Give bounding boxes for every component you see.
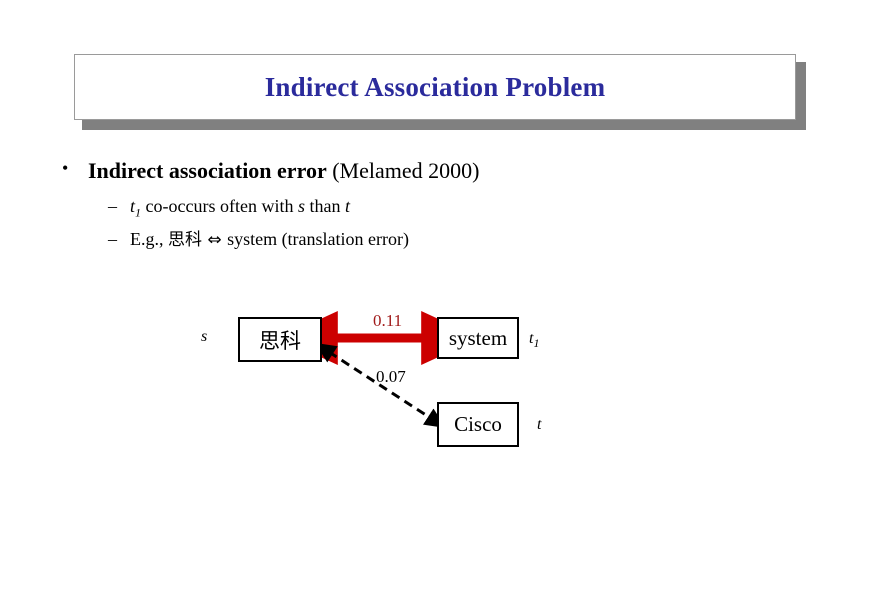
sub-bullet-dash-icon: – (108, 196, 117, 216)
sub-bullet-item-2: – E.g., 思科 ⇔ system (translation error) (108, 225, 409, 250)
diagram-var-label-t1-subscript: 1 (533, 336, 540, 351)
edge-weight-source-target1: 0.11 (373, 311, 403, 330)
page-title: Indirect Association Problem (264, 71, 606, 102)
bullet-primary-citation: (Melamed 2000) (326, 158, 480, 183)
bullet-marker-icon: • (62, 158, 69, 178)
sub-bullet-1-var-s: s (297, 196, 305, 216)
sub-bullet-dash-icon: – (108, 229, 117, 249)
sub-bullet-item-1: – t1 co-occurs often with s than t (108, 196, 350, 221)
diagram-node-system[interactable]: system (437, 317, 519, 359)
bullet-primary-strong: Indirect association error (88, 158, 327, 183)
edge-weight-source-target2: 0.07 (376, 367, 406, 386)
sub-bullet-2-cjk-term: 思科 (168, 230, 202, 250)
diagram-var-label-s: s (201, 328, 208, 345)
diagram-node-cisco[interactable]: Cisco (437, 402, 519, 447)
slide-title-box: Indirect Association Problem (74, 54, 796, 120)
diagram-node-source[interactable]: 思科 (238, 317, 322, 362)
sub-bullet-1-text-b: than (304, 196, 345, 216)
diagram-var-label-t1: t1 (529, 330, 539, 351)
sub-bullet-1-var-t: t (344, 196, 350, 216)
double-arrow-icon: ⇔ (202, 230, 228, 250)
diagram-node-system-label: system (448, 325, 508, 350)
diagram-node-cisco-label: Cisco (454, 412, 502, 436)
sub-bullet-1-text-a: co-occurs often with (141, 196, 298, 216)
bullet-item-primary: • Indirect association error (Melamed 200… (62, 158, 479, 184)
sub-bullet-2-text-a: E.g., (130, 229, 168, 249)
sub-bullet-2-text-b: system (translation error) (227, 229, 410, 249)
diagram-var-label-t: t (537, 416, 542, 433)
diagram-node-source-label: 思科 (259, 328, 301, 353)
